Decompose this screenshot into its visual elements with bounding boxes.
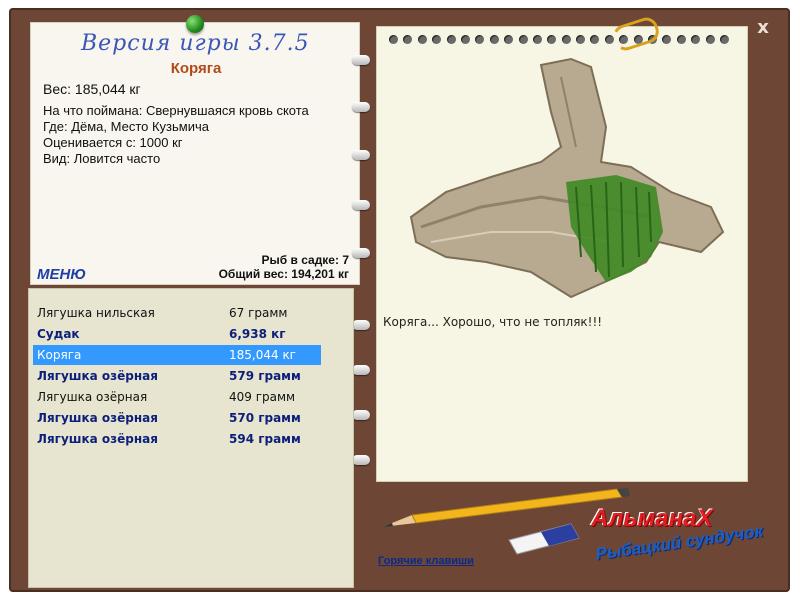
list-item-name: Лягушка озёрная (37, 390, 148, 404)
binder-ring-icon (352, 455, 370, 465)
list-item[interactable]: Лягушка нильская 67 грамм (33, 303, 321, 323)
list-item-name: Судак (37, 327, 80, 341)
list-item[interactable]: Лягушка озёрная 570 грамм (33, 408, 321, 428)
binder-ring-icon (352, 410, 370, 420)
list-item[interactable]: Судак 6,938 кг (33, 324, 321, 344)
keepnet-summary: Рыб в садке: 7 Общий вес: 194,201 кг (219, 253, 349, 281)
list-item-weight: 579 грамм (229, 369, 301, 383)
hotkeys-link[interactable]: Горячие клавиши (378, 555, 474, 567)
driftwood-image (409, 57, 725, 299)
binder-ring-icon (352, 200, 370, 210)
list-item-name: Лягушка озёрная (37, 432, 158, 446)
binder-ring-icon (352, 150, 370, 160)
list-item-weight: 570 грамм (229, 411, 301, 425)
catch-title: Коряга (170, 60, 222, 77)
menu-link[interactable]: МЕНЮ (37, 266, 86, 283)
list-item-name: Коряга (37, 348, 82, 362)
catch-detail-bait: На что поймана: Свернувшаяся кровь скота (43, 103, 309, 118)
catch-comment: Коряга... Хорошо, что не топляк!!! (383, 315, 603, 329)
list-item-selected[interactable]: Коряга 185,044 кг (33, 345, 321, 365)
binder-ring-icon (352, 55, 370, 65)
list-item-weight: 409 грамм (229, 390, 296, 404)
list-item-name: Лягушка озёрная (37, 411, 158, 425)
list-item[interactable]: Лягушка озёрная 409 грамм (33, 387, 321, 407)
notepad-holes (389, 35, 729, 44)
binder-ring-icon (352, 248, 370, 258)
fish-info-card: Версия игры 3.7.5 Коряга Вес: 185,044 кг… (30, 15, 360, 285)
list-item[interactable]: Лягушка озёрная 579 грамм (33, 366, 321, 386)
binder-ring-icon (352, 365, 370, 375)
fish-count: Рыб в садке: 7 (261, 253, 349, 267)
game-version: Версия игры 3.7.5 (81, 31, 310, 56)
binder-ring-icon (352, 320, 370, 330)
total-weight: Общий вес: 194,201 кг (218, 267, 349, 281)
close-button[interactable]: x (752, 17, 774, 39)
catch-detail-value: Оценивается с: 1000 кг (43, 135, 183, 150)
catch-details: На что поймана: Свернувшаяся кровь скота… (43, 103, 309, 167)
list-item-weight: 67 грамм (229, 306, 288, 320)
list-item-weight: 594 грамм (229, 432, 301, 446)
catch-weight: Вес: 185,044 кг (43, 81, 141, 97)
list-item-weight: 185,044 кг (229, 348, 296, 362)
catch-detail-kind: Вид: Ловится часто (43, 151, 161, 166)
eraser-icon (508, 523, 580, 555)
list-item-name: Лягушка нильская (37, 306, 155, 320)
list-item-weight: 6,938 кг (229, 327, 286, 341)
binder-ring-icon (352, 102, 370, 112)
catch-detail-place: Где: Дёма, Место Кузьмича (43, 119, 209, 134)
list-item[interactable]: Лягушка озёрная 594 грамм (33, 429, 321, 449)
almanac-logo: АльманаХ Рыбацкий сундучок (591, 505, 765, 564)
catch-detail-panel: Коряга... Хорошо, что не топляк!!! (376, 14, 748, 482)
catch-list: Лягушка нильская 67 грамм Судак 6,938 кг… (28, 288, 354, 588)
list-item-name: Лягушка озёрная (37, 369, 158, 383)
